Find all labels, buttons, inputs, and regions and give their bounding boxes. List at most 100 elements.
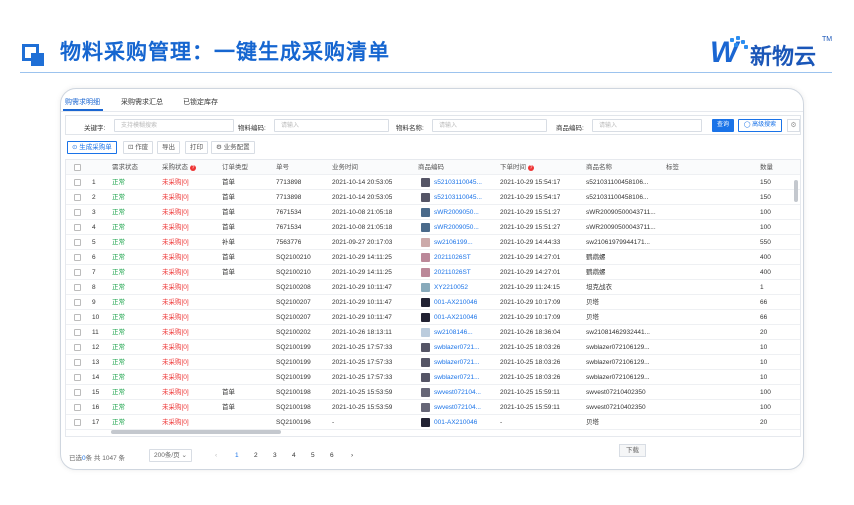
- page-size-select[interactable]: 200条/页 ⌄: [149, 449, 192, 462]
- row-product-code[interactable]: 001-AX210046: [434, 295, 477, 310]
- page-2[interactable]: 2: [254, 452, 258, 459]
- material-code-input[interactable]: 请输入: [274, 119, 389, 132]
- row-product-code[interactable]: swblazer0721...: [434, 355, 480, 370]
- row-checkbox[interactable]: [74, 389, 81, 396]
- table-row[interactable]: 5 正常 未采购[0] 补单 7563776 2021-09-27 20:17:03 sw2…: [66, 235, 800, 250]
- row-qty: 10: [760, 374, 768, 381]
- tab-requirement-detail[interactable]: 购需求明细: [65, 97, 100, 107]
- row-checkbox[interactable]: [74, 374, 81, 381]
- page-4[interactable]: 4: [292, 452, 296, 459]
- void-button[interactable]: ⊡ 作废: [123, 141, 154, 154]
- row-product-code[interactable]: s52103110045...: [434, 175, 482, 190]
- table-row[interactable]: 8 正常 未采购[0] SQ2100208 2021-10-29 10:11:47 XY2…: [66, 280, 800, 295]
- keyword-input[interactable]: 支持模糊搜索: [114, 119, 234, 132]
- row-order-no: 7713898: [276, 179, 302, 186]
- app-window: › 购需求明细 采购需求汇总 已锁定库存 关键字: 支持模糊搜索 物料编码: 请…: [60, 88, 804, 470]
- row-checkbox[interactable]: [74, 239, 81, 246]
- row-order-time: 2021-10-25 15:59:11: [500, 404, 560, 411]
- table-row[interactable]: 15 正常 未采购[0] 首单 SQ2100198 2021-10-25 15:53:59…: [66, 385, 800, 400]
- row-checkbox[interactable]: [74, 194, 81, 201]
- page-3[interactable]: 3: [273, 452, 277, 459]
- page-1[interactable]: 1: [235, 452, 239, 459]
- advanced-search-button[interactable]: ◯ 高级搜索: [738, 119, 782, 132]
- download-button[interactable]: 下载: [619, 444, 646, 457]
- row-purchase-status: 未采购[0]: [162, 284, 189, 291]
- row-product-code[interactable]: sWR2009050...: [434, 205, 479, 220]
- generate-purchase-order-button[interactable]: ⊙ 生成采购单: [67, 141, 117, 154]
- row-checkbox[interactable]: [74, 419, 81, 426]
- table-row[interactable]: 11 正常 未采购[0] SQ2100202 2021-10-26 18:13:11 sw…: [66, 325, 800, 340]
- row-product-code[interactable]: sw2106199...: [434, 235, 473, 250]
- product-code-input[interactable]: 请输入: [592, 119, 702, 132]
- table-row[interactable]: 14 正常 未采购[0] SQ2100199 2021-10-25 17:57:33 sw…: [66, 370, 800, 385]
- page-6[interactable]: 6: [330, 452, 334, 459]
- row-biz-time: 2021-10-25 15:53:59: [332, 404, 393, 411]
- row-checkbox[interactable]: [74, 344, 81, 351]
- table-row[interactable]: 12 正常 未采购[0] SQ2100199 2021-10-25 17:57:33 sw…: [66, 340, 800, 355]
- row-checkbox[interactable]: [74, 269, 81, 276]
- tab-requirement-summary[interactable]: 采购需求汇总: [121, 97, 163, 107]
- row-product-code[interactable]: 20211026ST: [434, 250, 471, 265]
- horizontal-scrollbar[interactable]: [111, 430, 281, 434]
- row-order-time: 2021-10-29 14:27:01: [500, 269, 561, 276]
- row-product-code[interactable]: sw2108146...: [434, 325, 473, 340]
- row-product-code[interactable]: swblazer0721...: [434, 340, 480, 355]
- row-checkbox[interactable]: [74, 254, 81, 261]
- business-config-button[interactable]: ⚙ 业务配置: [211, 141, 255, 154]
- row-checkbox[interactable]: [74, 284, 81, 291]
- row-checkbox[interactable]: [74, 179, 81, 186]
- table-row[interactable]: 2 正常 未采购[0] 首单 7713898 2021-10-14 20:53:05 s52…: [66, 190, 800, 205]
- row-product-code[interactable]: swvest072104...: [434, 385, 481, 400]
- row-status: 正常: [112, 254, 125, 261]
- header-qty: 数量: [760, 164, 773, 171]
- row-purchase-status: 未采购[0]: [162, 419, 189, 426]
- row-order-no: 7671534: [276, 224, 302, 231]
- row-index: 12: [92, 344, 100, 351]
- query-button[interactable]: 查询: [712, 119, 734, 132]
- row-checkbox[interactable]: [74, 224, 81, 231]
- table-row[interactable]: 6 正常 未采购[0] 首单 SQ2100210 2021-10-29 14:11:25 2…: [66, 250, 800, 265]
- row-checkbox[interactable]: [74, 404, 81, 411]
- table-row[interactable]: 4 正常 未采购[0] 首单 7671534 2021-10-08 21:05:18 sWR…: [66, 220, 800, 235]
- material-name-input[interactable]: 请输入: [432, 119, 547, 132]
- table-row[interactable]: 13 正常 未采购[0] SQ2100199 2021-10-25 17:57:33 sw…: [66, 355, 800, 370]
- table-row[interactable]: 16 正常 未采购[0] 首单 SQ2100198 2021-10-25 15:53:59…: [66, 400, 800, 415]
- product-thumbnail: [421, 178, 430, 187]
- row-product-code[interactable]: swvest072104...: [434, 400, 481, 415]
- row-checkbox[interactable]: [74, 299, 81, 306]
- prev-page-button[interactable]: ‹: [215, 452, 217, 459]
- table-row[interactable]: 10 正常 未采购[0] SQ2100207 2021-10-29 10:11:47 00…: [66, 310, 800, 325]
- row-product-code[interactable]: sWR2009050...: [434, 220, 479, 235]
- next-page-button[interactable]: ›: [351, 452, 353, 459]
- select-all-checkbox[interactable]: [74, 164, 81, 171]
- row-order-no: SQ2100210: [276, 269, 311, 276]
- product-thumbnail: [421, 208, 430, 217]
- table-row[interactable]: 17 正常 未采购[0] SQ2100196 - 001-AX210046 - 贝塔 20: [66, 415, 800, 430]
- table-row[interactable]: 3 正常 未采购[0] 首单 7671534 2021-10-08 21:05:18 sWR…: [66, 205, 800, 220]
- gear-icon[interactable]: ⚙: [787, 119, 800, 132]
- row-product-code[interactable]: 20211026ST: [434, 265, 471, 280]
- row-checkbox[interactable]: [74, 329, 81, 336]
- row-product-code[interactable]: XY2210052: [434, 280, 468, 295]
- product-thumbnail: [421, 418, 430, 427]
- row-biz-time: 2021-10-26 18:13:11: [332, 329, 392, 336]
- row-checkbox[interactable]: [74, 359, 81, 366]
- vertical-scrollbar[interactable]: [794, 180, 798, 202]
- table-row[interactable]: 9 正常 未采购[0] SQ2100207 2021-10-29 10:11:47 001…: [66, 295, 800, 310]
- export-button[interactable]: 导出: [157, 141, 180, 154]
- page-5[interactable]: 5: [311, 452, 315, 459]
- row-checkbox[interactable]: [74, 314, 81, 321]
- table-row[interactable]: 7 正常 未采购[0] 首单 SQ2100210 2021-10-29 14:11:25 2…: [66, 265, 800, 280]
- row-purchase-status: 未采购[0]: [162, 344, 189, 351]
- row-product-code[interactable]: swblazer0721...: [434, 370, 480, 385]
- keyword-label: 关键字:: [84, 125, 106, 132]
- tab-locked-inventory[interactable]: 已锁定库存: [183, 97, 218, 107]
- row-product-code[interactable]: s52103110045...: [434, 190, 482, 205]
- print-button[interactable]: 打印: [185, 141, 208, 154]
- row-product-code[interactable]: 001-AX210046: [434, 415, 477, 430]
- row-product-code[interactable]: 001-AX210046: [434, 310, 477, 325]
- table-row[interactable]: 1 正常 未采购[0] 首单 7713898 2021-10-14 20:53:05 s52…: [66, 175, 800, 190]
- row-checkbox[interactable]: [74, 209, 81, 216]
- row-index: 4: [92, 224, 96, 231]
- row-biz-time: 2021-10-29 10:11:47: [332, 284, 392, 291]
